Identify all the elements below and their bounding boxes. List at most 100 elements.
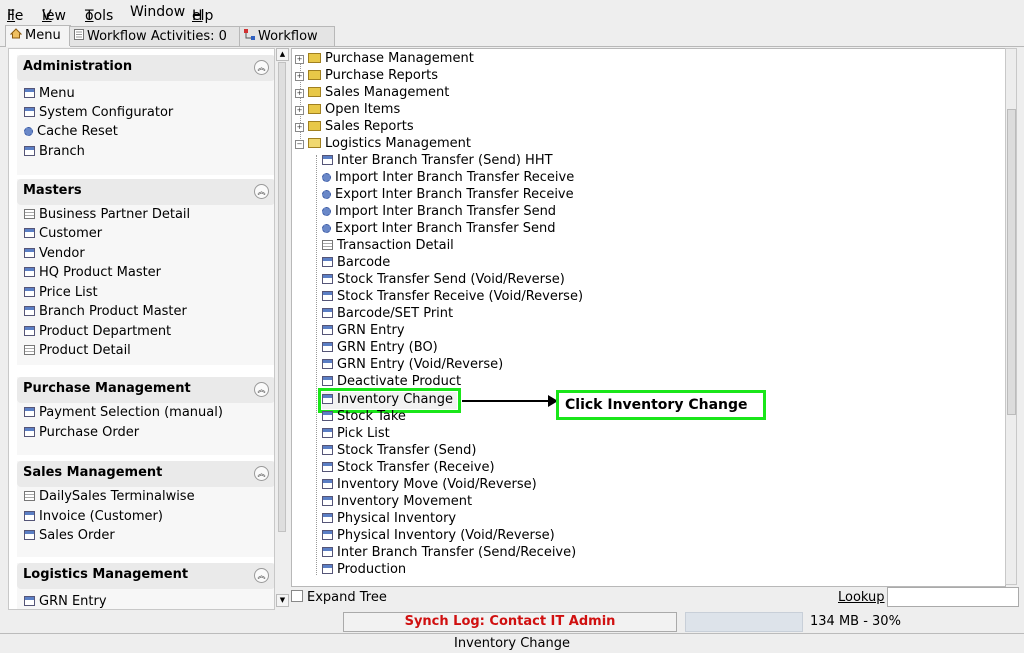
memory-usage: 134 MB - 30% xyxy=(810,614,901,629)
tree-item-production[interactable]: Production xyxy=(322,562,406,579)
window-icon xyxy=(24,326,35,336)
lookup-input[interactable] xyxy=(887,587,1019,607)
menu-item-menu[interactable]: Menu xyxy=(24,86,75,104)
scrollbar-thumb[interactable] xyxy=(278,62,286,532)
menu-item-cache-reset[interactable]: Cache Reset xyxy=(24,124,118,142)
section-header[interactable]: Sales Management ︽ xyxy=(17,461,274,487)
tree-item-inventory-movement[interactable]: Inventory Movement xyxy=(322,494,472,511)
tree-item-grn-entry-void[interactable]: GRN Entry (Void/Reverse) xyxy=(322,357,503,374)
tree-item-export-ibt-send[interactable]: Export Inter Branch Transfer Send xyxy=(322,221,555,238)
menu-item-label: System Configurator xyxy=(39,105,174,120)
menu-item-invoice-customer[interactable]: Invoice (Customer) xyxy=(24,509,163,527)
window-icon xyxy=(322,257,333,267)
tree-scrollbar[interactable] xyxy=(1005,48,1017,585)
tree-folder-logistics-management[interactable]: − Logistics Management xyxy=(295,136,471,153)
report-icon xyxy=(24,209,35,219)
collapse-icon[interactable]: ︽ xyxy=(254,568,269,583)
status-bar: Inventory Change xyxy=(0,633,1024,653)
expand-icon[interactable]: + xyxy=(295,89,304,98)
tab-workflow-activities[interactable]: Workflow Activities: 0 xyxy=(69,26,243,46)
scroll-up-icon[interactable]: ▲ xyxy=(276,48,289,61)
section-header[interactable]: Logistics Management ︽ xyxy=(17,563,274,589)
scroll-down-icon[interactable]: ▼ xyxy=(276,594,289,607)
tree-node-label: Physical Inventory xyxy=(337,511,457,526)
tree-item-physical-inventory[interactable]: Physical Inventory xyxy=(322,511,456,528)
tree-item-import-ibt-send[interactable]: Import Inter Branch Transfer Send xyxy=(322,204,556,221)
menu-item-branch[interactable]: Branch xyxy=(24,144,85,162)
section-header[interactable]: Administration ︽ xyxy=(17,55,274,81)
tree-folder-purchase-management[interactable]: + Purchase Management xyxy=(295,51,474,68)
tree-item-barcode[interactable]: Barcode xyxy=(322,255,390,272)
tree-item-ibt-send-receive[interactable]: Inter Branch Transfer (Send/Receive) xyxy=(322,545,576,562)
menu-item-label: Cache Reset xyxy=(37,124,118,139)
tree-item-stock-transfer-send-void[interactable]: Stock Transfer Send (Void/Reverse) xyxy=(322,272,565,289)
tree-folder-purchase-reports[interactable]: + Purchase Reports xyxy=(295,68,438,85)
tree-item-transaction-detail[interactable]: Transaction Detail xyxy=(322,238,454,255)
menu-item-sales-order[interactable]: Sales Order xyxy=(24,528,115,546)
tree-item-export-ibt-receive[interactable]: Export Inter Branch Transfer Receive xyxy=(322,187,574,204)
tree-item-import-ibt-receive[interactable]: Import Inter Branch Transfer Receive xyxy=(322,170,574,187)
tree-folder-sales-management[interactable]: + Sales Management xyxy=(295,85,449,102)
window-icon xyxy=(322,445,333,455)
collapse-icon[interactable]: ︽ xyxy=(254,466,269,481)
tree-item-physical-inventory-void[interactable]: Physical Inventory (Void/Reverse) xyxy=(322,528,555,545)
collapse-icon[interactable]: ︽ xyxy=(254,60,269,75)
menu-item-dailysales-terminalwise[interactable]: DailySales Terminalwise xyxy=(24,489,195,507)
collapse-icon[interactable]: ︽ xyxy=(254,184,269,199)
tree-folder-open-items[interactable]: + Open Items xyxy=(295,102,400,119)
tree-item-stock-transfer-receive-void[interactable]: Stock Transfer Receive (Void/Reverse) xyxy=(322,289,583,306)
tree-node-label: Stock Transfer Receive (Void/Reverse) xyxy=(337,289,584,304)
menu-item-grn-entry[interactable]: GRN Entry xyxy=(24,594,107,609)
left-panel-scrollbar[interactable] xyxy=(277,48,287,608)
expand-icon[interactable]: + xyxy=(295,106,304,115)
tree-item-inventory-change[interactable]: Inventory Change xyxy=(318,388,461,413)
tree-node-label: Stock Transfer (Send) xyxy=(337,443,477,458)
window-icon xyxy=(24,248,35,258)
menu-item-hq-product-master[interactable]: HQ Product Master xyxy=(24,265,161,283)
scrollbar-thumb[interactable] xyxy=(1007,109,1016,415)
window-icon xyxy=(322,376,333,386)
menu-item-product-department[interactable]: Product Department xyxy=(24,324,171,342)
menu-item-vendor[interactable]: Vendor xyxy=(24,246,85,264)
tree-item-grn-entry[interactable]: GRN Entry xyxy=(322,323,405,340)
menu-item-customer[interactable]: Customer xyxy=(24,226,102,244)
tab-workflow[interactable]: Workflow xyxy=(239,26,335,46)
menu-item-price-list[interactable]: Price List xyxy=(24,285,98,303)
expand-icon[interactable]: + xyxy=(295,55,304,64)
window-icon xyxy=(24,511,35,521)
tree-item-stock-take[interactable]: Stock Take xyxy=(322,409,406,426)
tree-item-grn-entry-bo[interactable]: GRN Entry (BO) xyxy=(322,340,438,357)
tree-item-inventory-move-void[interactable]: Inventory Move (Void/Reverse) xyxy=(322,477,537,494)
workflow-icon xyxy=(244,27,255,46)
menu-item-product-detail[interactable]: Product Detail xyxy=(24,343,131,361)
tab-menu[interactable]: Menu xyxy=(5,25,71,47)
tree-node-label: GRN Entry xyxy=(337,323,405,338)
tree-node-label: Sales Management xyxy=(325,85,450,100)
menu-item-label: Product Department xyxy=(39,324,172,339)
checkbox-icon[interactable] xyxy=(291,590,303,602)
menu-item-business-partner-detail[interactable]: Business Partner Detail xyxy=(24,207,190,225)
collapse-icon[interactable]: − xyxy=(295,140,304,149)
tree-item-barcode-set-print[interactable]: Barcode/SET Print xyxy=(322,306,453,323)
tree-item-stock-transfer-receive[interactable]: Stock Transfer (Receive) xyxy=(322,460,495,477)
menu-item-branch-product-master[interactable]: Branch Product Master xyxy=(24,304,187,322)
collapse-icon[interactable]: ︽ xyxy=(254,382,269,397)
menu-item-payment-selection[interactable]: Payment Selection (manual) xyxy=(24,405,223,423)
window-icon xyxy=(322,359,333,369)
window-icon xyxy=(24,427,35,437)
tree-item-pick-list[interactable]: Pick List xyxy=(322,426,390,443)
tree-folder-sales-reports[interactable]: + Sales Reports xyxy=(295,119,414,136)
expand-icon[interactable]: + xyxy=(295,123,304,132)
tree-item-inter-branch-transfer-send-hht[interactable]: Inter Branch Transfer (Send) HHT xyxy=(322,153,553,170)
menu-item-purchase-order[interactable]: Purchase Order xyxy=(24,425,139,443)
menu-window[interactable]: Window xyxy=(130,4,185,20)
synch-log-button[interactable]: Synch Log: Contact IT Admin xyxy=(343,612,677,632)
section-header[interactable]: Masters ︽ xyxy=(17,179,274,205)
expand-icon[interactable]: + xyxy=(295,72,304,81)
tree-item-stock-transfer-send[interactable]: Stock Transfer (Send) xyxy=(322,443,476,460)
menu-item-system-configurator[interactable]: System Configurator xyxy=(24,105,173,123)
expand-tree-toggle[interactable]: Expand Tree xyxy=(291,590,387,605)
menu-item-label: Price List xyxy=(39,285,98,300)
section-header[interactable]: Purchase Management ︽ xyxy=(17,377,274,403)
tree-item-deactivate-product[interactable]: Deactivate Product xyxy=(322,374,461,391)
